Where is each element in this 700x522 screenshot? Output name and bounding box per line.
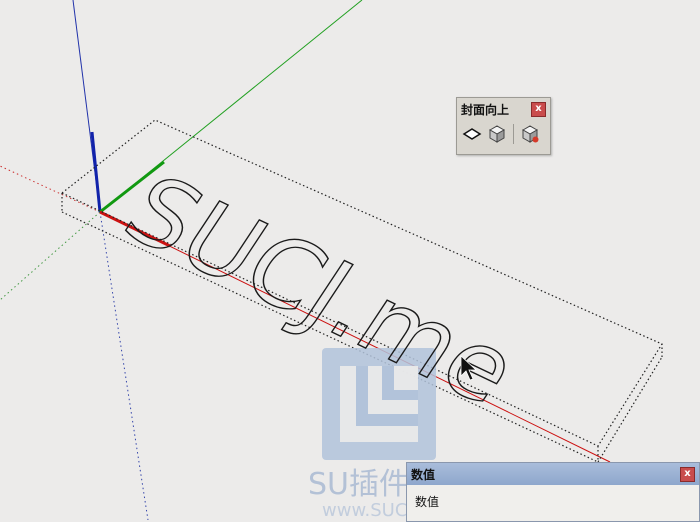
face-up-box-button[interactable] <box>486 123 508 145</box>
face-up-plane-button[interactable] <box>461 123 483 145</box>
measurements-title: 数值 <box>411 467 436 482</box>
box-orient-icon <box>521 125 539 143</box>
toolbar-separator <box>513 124 514 144</box>
toolbar-title: 封面向上 <box>461 102 510 117</box>
box-icon <box>488 125 506 143</box>
measurements-body[interactable]: 数值 <box>407 485 699 516</box>
gizmo-blue-axis <box>90 131 102 213</box>
model-viewport[interactable]: SU插件库 www.SUCJ.me SUCJ.me <box>0 0 700 520</box>
toolbar-close-button[interactable]: x <box>531 101 546 117</box>
scene-canvas[interactable]: SU插件库 www.SUCJ.me SUCJ.me <box>0 0 700 520</box>
face-plane-icon <box>462 128 482 140</box>
face-up-orient-button[interactable] <box>519 123 541 145</box>
model-text: SUCJ.me <box>105 155 537 426</box>
green-axis-negative <box>0 211 101 301</box>
toolbar-titlebar[interactable]: 封面向上 x <box>457 98 550 120</box>
measurements-label: 数值 <box>415 495 440 509</box>
measurements-panel: 数值 x 数值 <box>406 462 700 522</box>
measurements-close-button[interactable]: x <box>680 466 695 482</box>
toolbar-tools <box>457 120 550 148</box>
red-axis-negative <box>0 165 101 213</box>
measurements-titlebar[interactable]: 数值 x <box>407 463 699 485</box>
face-up-toolbar: 封面向上 x <box>456 97 551 155</box>
